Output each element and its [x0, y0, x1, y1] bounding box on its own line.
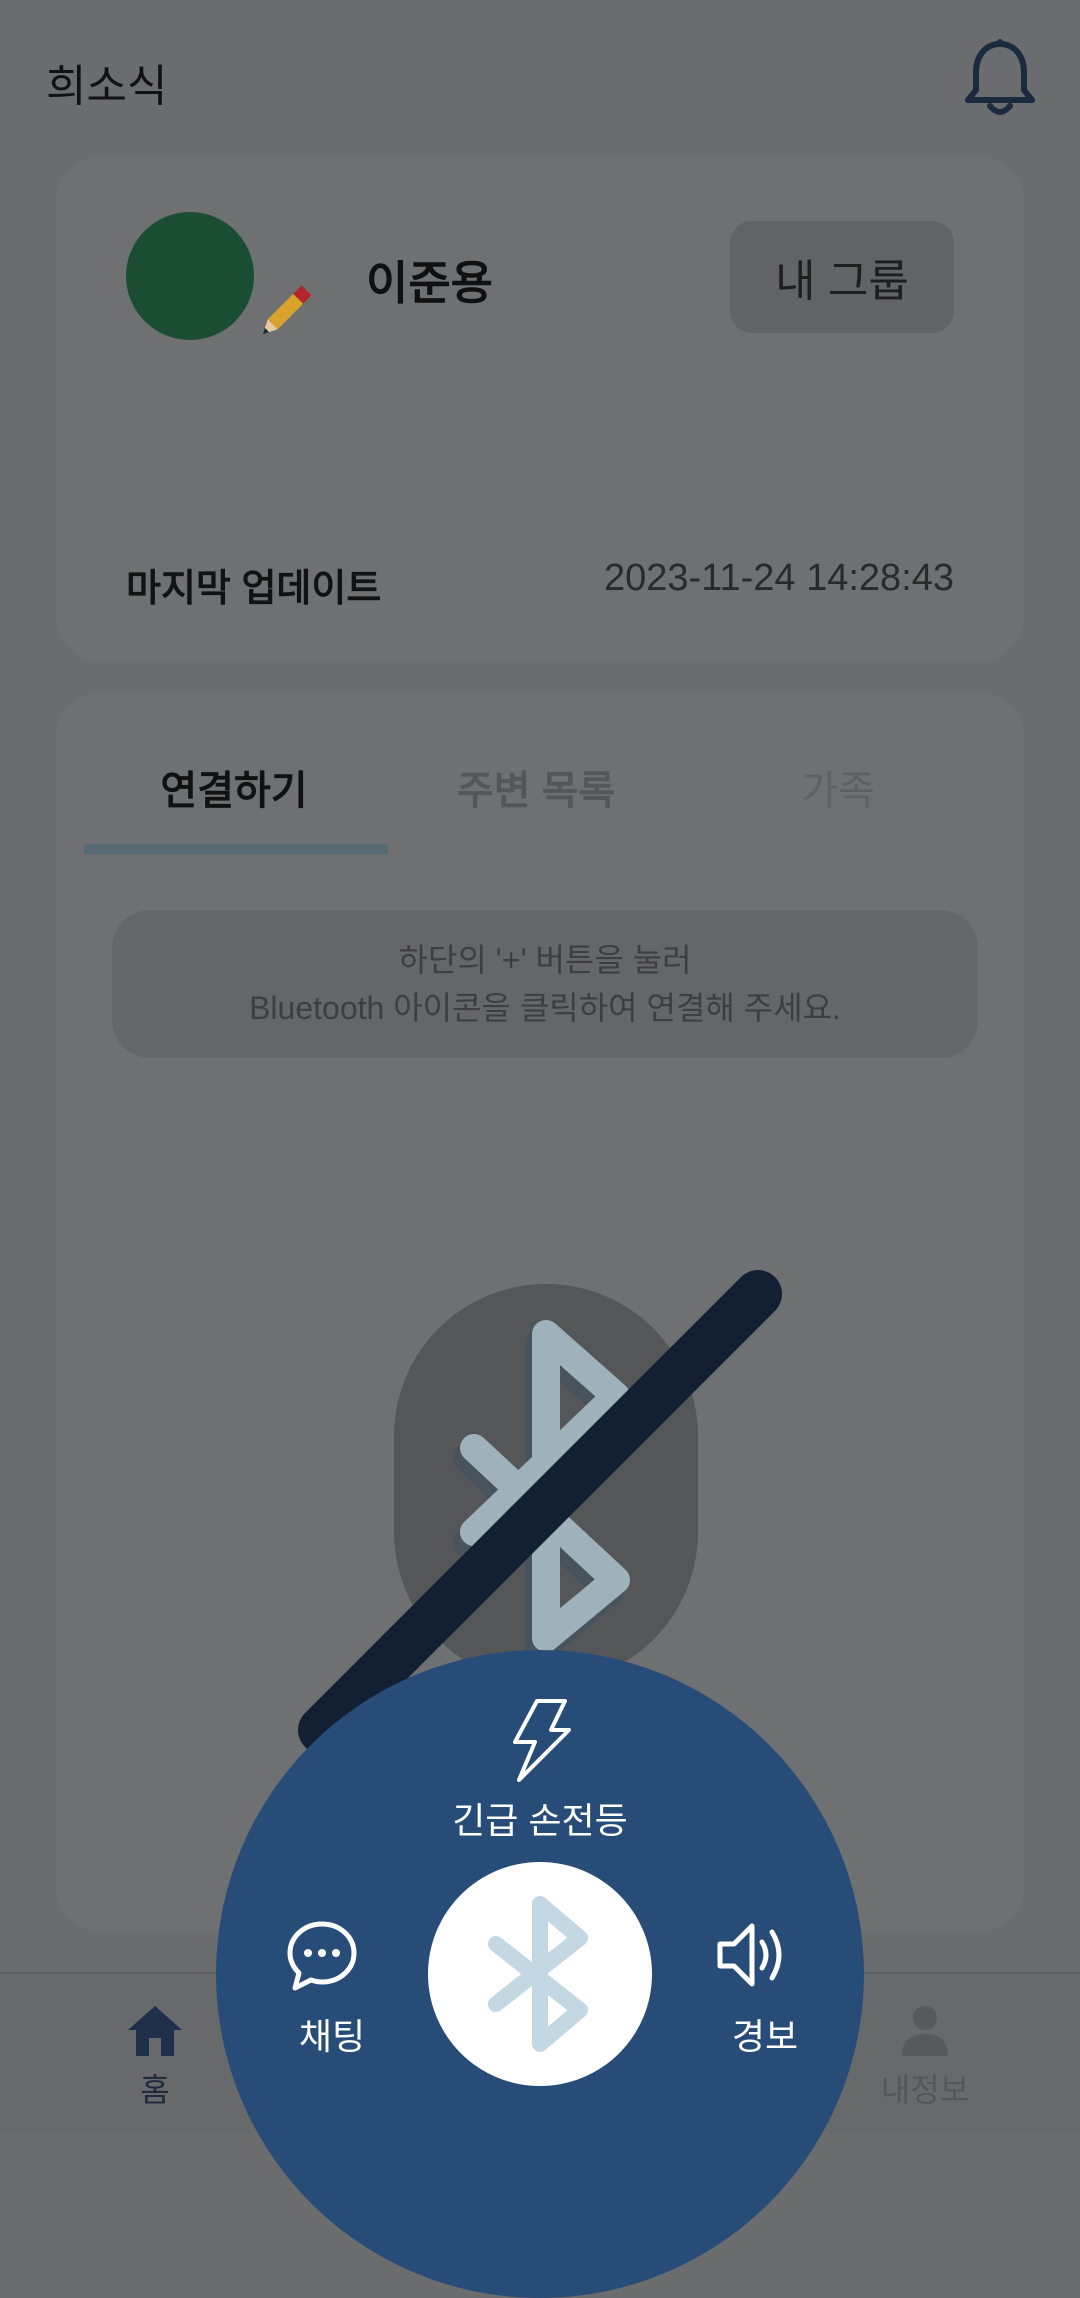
speaker-icon[interactable] [716, 1920, 796, 1990]
bluetooth-icon [488, 1896, 588, 2052]
chat-bubble-icon[interactable] [286, 1920, 358, 1992]
nav-my-info[interactable]: 내정보 [870, 2004, 980, 2111]
hint-line-2: Bluetooth 아이콘을 클릭하여 연결해 주세요. [249, 990, 841, 1026]
active-tab-indicator [84, 844, 388, 854]
tab-family[interactable]: 가족 [688, 758, 988, 816]
bell-icon[interactable] [960, 36, 1040, 120]
last-update-time: 2023-11-24 14:28:43 [603, 557, 954, 599]
bluetooth-connect-button[interactable] [428, 1862, 652, 2086]
emergency-flashlight-label[interactable]: 긴급 손전등 [400, 1792, 680, 1844]
connect-hint: 하단의 '+' 버튼을 눌러 Bluetooth 아이콘을 클릭하여 연결해 주… [112, 910, 978, 1058]
tab-connect[interactable]: 연결하기 [84, 758, 384, 816]
user-name: 이준용 [366, 257, 493, 309]
last-update-label: 마지막 업데이트 [126, 568, 382, 610]
hint-line-1: 하단의 '+' 버튼을 눌러 [398, 942, 692, 978]
lightning-icon[interactable] [507, 1698, 573, 1782]
nav-my-info-label: 내정보 [880, 2072, 970, 2108]
alarm-label[interactable]: 경보 [700, 2008, 830, 2060]
my-group-button[interactable]: 내 그룹 [730, 221, 954, 333]
chat-label[interactable]: 채팅 [272, 2008, 392, 2060]
home-icon [128, 2006, 182, 2056]
pencil-icon[interactable] [248, 277, 320, 349]
avatar[interactable] [126, 212, 254, 340]
nav-home[interactable]: 홈 [110, 2004, 200, 2111]
tab-nearby-list[interactable]: 주변 목록 [386, 758, 686, 816]
profile-card: 이준용 내 그룹 마지막 업데이트 2023-11-24 14:28:43 [56, 157, 1024, 662]
app-title: 희소식 [46, 62, 168, 111]
person-icon [902, 2006, 948, 2056]
nav-home-label: 홈 [140, 2072, 170, 2108]
